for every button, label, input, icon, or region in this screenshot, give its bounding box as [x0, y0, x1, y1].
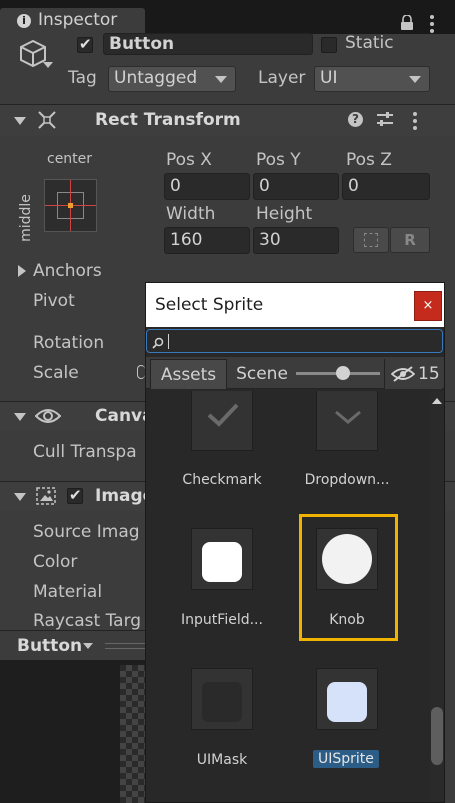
blueprint-mode-button[interactable] [353, 227, 389, 253]
scroll-up-icon[interactable] [432, 398, 442, 404]
scrollbar[interactable] [430, 391, 444, 801]
foldout-arrow-icon[interactable] [14, 493, 26, 501]
raw-edit-button[interactable]: R [390, 227, 430, 253]
static-checkbox[interactable] [321, 37, 337, 53]
height-label: Height [256, 204, 313, 224]
hidden-items-toggle[interactable]: 15 [384, 359, 442, 389]
layer-dropdown[interactable]: UI [314, 66, 430, 92]
asset-grid: Checkmark Dropdown... InputField... Knob… [146, 391, 430, 801]
rotation-label: Rotation [33, 333, 105, 353]
component-menu-icon[interactable] [413, 112, 417, 133]
zoom-slider-handle[interactable] [336, 366, 350, 380]
gameobject-name-field[interactable]: Button [103, 33, 313, 55]
knob-sprite [322, 534, 372, 584]
cull-transparent-label: Cull Transpa [33, 442, 137, 462]
height-field[interactable]: 30 [253, 227, 339, 254]
pos-x-field[interactable]: 0 [164, 173, 250, 200]
uimask-sprite [202, 682, 242, 722]
anchor-preset-button[interactable] [44, 179, 97, 232]
tab-scene[interactable]: Scene [230, 359, 294, 389]
eye-icon [34, 407, 62, 425]
color-label: Color [33, 552, 78, 572]
layer-value: UI [320, 68, 338, 88]
checker-background [120, 665, 145, 803]
pos-x-label: Pos X [166, 150, 212, 170]
image-component-icon [36, 487, 56, 505]
preview-title[interactable]: Button [17, 636, 82, 656]
search-input[interactable] [146, 329, 443, 353]
constrain-proportions-icon[interactable] [137, 365, 145, 379]
tab-title: Inspector [38, 10, 118, 30]
popup-title: Select Sprite [155, 295, 264, 315]
tag-value: Untagged [114, 68, 198, 88]
asset-label-dropdown: Dropdown... [304, 472, 390, 488]
search-caret [168, 334, 169, 349]
asset-label-inputfield: InputField... [181, 612, 263, 628]
chevron-down-icon [409, 76, 421, 83]
inputfield-sprite [202, 542, 242, 582]
pos-y-label: Pos Y [256, 150, 301, 170]
thumb-knob[interactable] [316, 528, 378, 590]
pos-y-field[interactable]: 0 [253, 173, 339, 200]
thumb-uisprite[interactable] [316, 668, 378, 730]
foldout-arrow-icon[interactable] [14, 117, 26, 125]
help-icon[interactable]: ? [348, 112, 363, 127]
close-button[interactable]: × [414, 291, 442, 321]
rect-transform-title: Rect Transform [95, 110, 241, 130]
asset-label-checkmark: Checkmark [182, 472, 262, 488]
scrollbar-thumb[interactable] [431, 707, 443, 765]
hidden-count: 15 [418, 364, 440, 384]
rect-transform-icon [37, 110, 57, 130]
source-image-label: Source Imag [33, 522, 140, 542]
anchors-foldout-icon[interactable] [18, 265, 26, 277]
tab-menu-icon[interactable] [430, 15, 434, 36]
thumb-dropdown[interactable] [316, 391, 378, 451]
info-icon: i [17, 14, 31, 28]
anchor-top-label: center [47, 151, 93, 167]
material-label: Material [33, 582, 103, 602]
asset-label-uimask: UIMask [196, 752, 248, 768]
anchor-dot [68, 203, 73, 208]
raycast-target-label: Raycast Targ [33, 611, 142, 631]
tag-dropdown[interactable]: Untagged [108, 66, 236, 92]
preview-divider [105, 643, 145, 649]
dropdown-arrow-icon [333, 409, 363, 429]
chevron-down-icon [215, 76, 227, 83]
thumb-uimask[interactable] [191, 668, 253, 730]
thumb-checkmark[interactable] [191, 391, 253, 451]
layer-label: Layer [258, 68, 306, 88]
asset-label-uisprite: UISprite [313, 750, 379, 768]
uisprite-sprite [327, 682, 367, 722]
tab-assets[interactable]: Assets [150, 359, 227, 389]
blueprint-icon [364, 233, 378, 247]
preview-area [0, 660, 145, 803]
thumb-inputfield[interactable] [191, 528, 253, 590]
preset-icon[interactable] [376, 111, 394, 127]
hidden-eye-icon [390, 366, 416, 382]
width-field[interactable]: 160 [164, 227, 250, 254]
scale-label: Scale [33, 363, 79, 383]
preview-dropdown-icon[interactable] [83, 643, 93, 649]
select-sprite-popup: Select Sprite × Assets Scene 15 Checkmar… [145, 282, 445, 803]
search-icon [152, 334, 164, 349]
pos-z-field[interactable]: 0 [342, 173, 430, 200]
asset-label-knob: Knob [329, 612, 365, 628]
pos-z-label: Pos Z [346, 150, 392, 170]
active-checkbox[interactable] [77, 35, 93, 53]
width-label: Width [166, 204, 216, 224]
static-label: Static [345, 33, 394, 53]
checkmark-icon [206, 402, 240, 432]
anchor-side-label: middle [18, 194, 34, 242]
icon-dropdown-arrow-icon[interactable] [43, 62, 53, 68]
foldout-arrow-icon[interactable] [14, 413, 26, 421]
pivot-label: Pivot [33, 291, 75, 311]
anchors-label: Anchors [33, 261, 102, 281]
lock-icon[interactable] [400, 14, 414, 31]
image-enabled-checkbox[interactable] [67, 486, 83, 504]
gameobject-name: Button [109, 34, 175, 54]
tag-label: Tag [68, 68, 97, 88]
